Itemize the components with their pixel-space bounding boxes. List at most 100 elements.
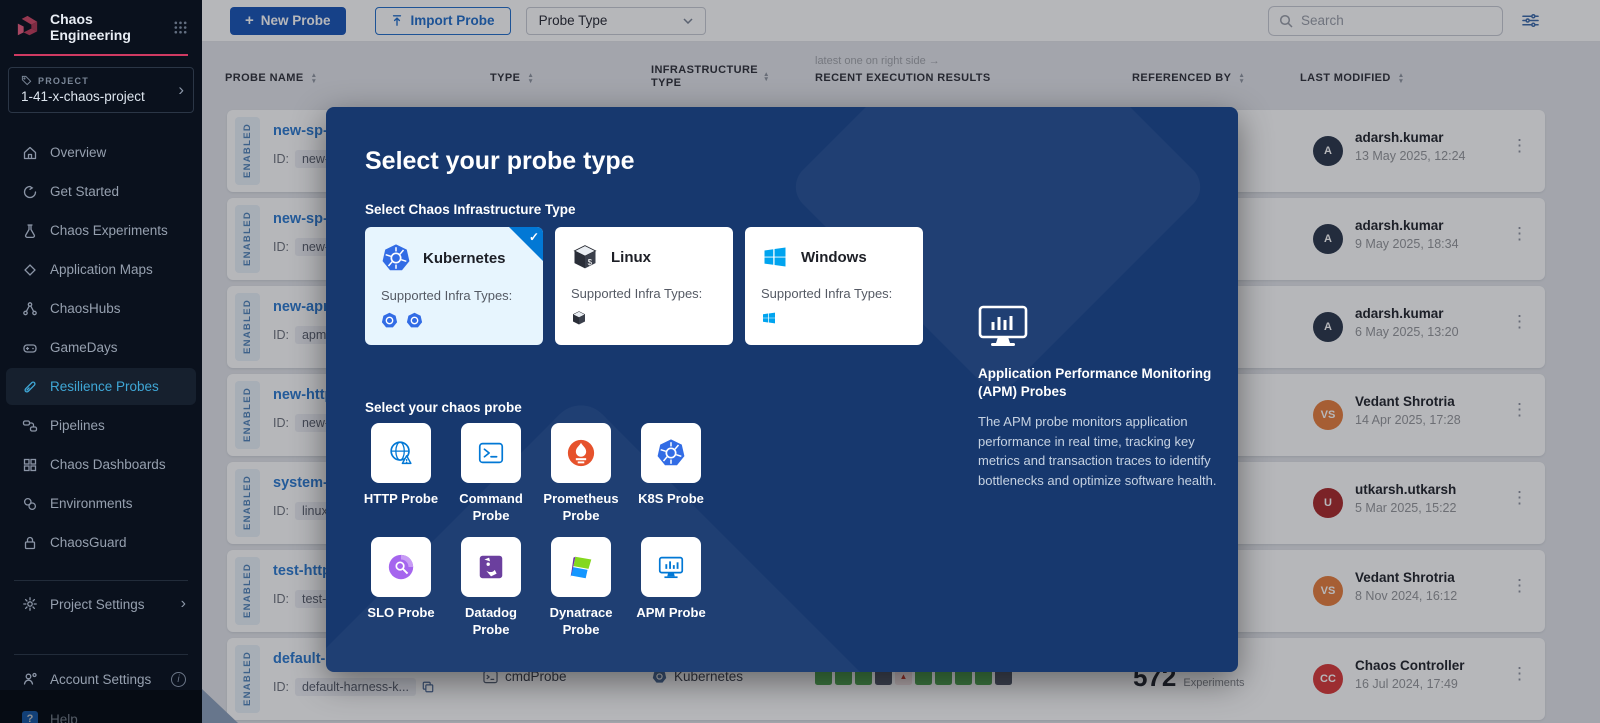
supported-infra-label: Supported Infra Types:	[381, 288, 527, 303]
pipeline-icon	[22, 418, 38, 434]
sidebar-item-project-settings[interactable]: Project Settings ›	[0, 585, 202, 623]
sidebar-item-label: Application Maps	[50, 262, 153, 277]
sidebar-item-label: GameDays	[50, 340, 118, 355]
sidebar-item-label: Resilience Probes	[50, 379, 159, 394]
home-icon	[22, 145, 38, 161]
sidebar-item-resilience-probes[interactable]: Resilience Probes	[0, 367, 202, 406]
sidebar-item-label: ChaosGuard	[50, 535, 127, 550]
chaos-engineering-app: Chaos Engineering PROJECT 1-41-x-chaos-p…	[0, 0, 1600, 723]
supported-infra-label: Supported Infra Types:	[571, 286, 717, 301]
sidebar-item-chaoshubs[interactable]: ChaosHubs	[0, 289, 202, 328]
k8s-probe-icon	[656, 438, 686, 468]
sidebar-item-label: Environments	[50, 496, 133, 511]
sidebar-item-chaos-dashboards[interactable]: Chaos Dashboards	[0, 445, 202, 484]
probe-info-description: The APM probe monitors application perfo…	[978, 412, 1226, 490]
diamond-icon	[22, 262, 38, 278]
chevron-right-icon: ›	[178, 80, 184, 100]
sidebar-item-chaosguard[interactable]: ChaosGuard	[0, 523, 202, 562]
sidebar-item-label: Pipelines	[50, 418, 105, 433]
kubernetes-icon	[381, 312, 398, 329]
probe-section-label: Select your chaos probe	[365, 400, 522, 415]
supported-infra-icons	[381, 312, 527, 329]
probe-tile-prometheus[interactable]: Prometheus Probe	[539, 423, 623, 524]
infra-cards: ✓ Kubernetes Supported Infra Types: $ Li…	[365, 227, 923, 345]
infra-section-label: Select Chaos Infrastructure Type	[365, 202, 576, 217]
modal-title: Select your probe type	[365, 147, 635, 176]
info-icon: i	[171, 672, 186, 687]
app-title: Chaos Engineering	[50, 11, 164, 43]
flask-icon	[22, 223, 38, 239]
sidebar-item-label: Chaos Dashboards	[50, 457, 166, 472]
slo-probe-icon	[386, 552, 416, 582]
sidebar-item-environments[interactable]: Environments	[0, 484, 202, 523]
sidebar: Chaos Engineering PROJECT 1-41-x-chaos-p…	[0, 0, 202, 723]
gear-icon	[22, 596, 38, 612]
sidebar-item-application-maps[interactable]: Application Maps	[0, 250, 202, 289]
infra-card-name: Linux	[611, 249, 651, 266]
http-probe-icon	[386, 438, 416, 468]
probe-tile-label: Prometheus Probe	[539, 491, 623, 524]
divider	[14, 654, 188, 655]
apm-probe-icon	[656, 552, 686, 582]
sidebar-item-label: ChaosHubs	[50, 301, 121, 316]
infra-card-name: Kubernetes	[423, 250, 506, 267]
probe-tile-label: APM Probe	[636, 605, 705, 638]
probe-tube-icon	[22, 379, 38, 395]
sidebar-nav: Overview Get Started Chaos Experiments A…	[0, 133, 202, 562]
project-tag-icon	[21, 75, 32, 86]
probe-tile-command[interactable]: Command Probe	[449, 423, 533, 524]
probe-tile-label: K8S Probe	[638, 491, 704, 524]
probe-tile-label: Command Probe	[449, 491, 533, 524]
lock-icon	[22, 535, 38, 551]
infra-card-name: Windows	[801, 249, 867, 266]
probe-tile-datadog[interactable]: Datadog Probe	[449, 537, 533, 638]
chaos-engineering-logo	[14, 14, 41, 41]
sidebar-bottom-dimmer	[0, 690, 202, 723]
probe-tile-label: SLO Probe	[367, 605, 434, 638]
project-selector[interactable]: PROJECT 1-41-x-chaos-project ›	[8, 67, 194, 113]
module-grid-icon[interactable]	[173, 20, 188, 35]
chevron-right-icon: ›	[181, 595, 186, 613]
supported-infra-icons	[571, 310, 717, 326]
sidebar-item-label: Project Settings	[50, 597, 169, 612]
probe-tile-label: Datadog Probe	[449, 605, 533, 638]
supported-infra-label: Supported Infra Types:	[761, 286, 907, 301]
module-accent-rule	[14, 54, 188, 56]
get-started-icon	[22, 184, 38, 200]
probe-tiles: HTTP Probe Command Probe Prometheus Prob…	[359, 423, 713, 638]
sidebar-item-get-started[interactable]: Get Started	[0, 172, 202, 211]
infra-card-windows[interactable]: Windows Supported Infra Types:	[745, 227, 923, 345]
infra-card-linux[interactable]: $ Linux Supported Infra Types:	[555, 227, 733, 345]
sidebar-item-label: Account Settings	[50, 672, 159, 687]
probe-tile-label: Dynatrace Probe	[539, 605, 623, 638]
network-icon	[22, 301, 38, 317]
datadog-probe-icon	[476, 552, 506, 582]
monitor-icon	[978, 305, 1226, 349]
sidebar-item-label: Chaos Experiments	[50, 223, 168, 238]
sidebar-item-overview[interactable]: Overview	[0, 133, 202, 172]
windows-icon	[761, 243, 789, 271]
user-gear-icon	[22, 671, 38, 687]
sidebar-item-gamedays[interactable]: GameDays	[0, 328, 202, 367]
dashboard-grid-icon	[22, 457, 38, 473]
probe-tile-k8s[interactable]: K8S Probe	[629, 423, 713, 524]
project-name: 1-41-x-chaos-project	[21, 89, 167, 104]
linux-icon: $	[571, 243, 599, 271]
kubernetes-icon	[381, 243, 411, 273]
supported-infra-icons	[761, 310, 907, 326]
sidebar-item-pipelines[interactable]: Pipelines	[0, 406, 202, 445]
environments-icon	[22, 496, 38, 512]
sidebar-item-label: Overview	[50, 145, 106, 160]
probe-tile-dynatrace[interactable]: Dynatrace Probe	[539, 537, 623, 638]
sidebar-item-chaos-experiments[interactable]: Chaos Experiments	[0, 211, 202, 250]
probe-info-panel: Application Performance Monitoring (APM)…	[978, 305, 1226, 490]
command-probe-icon	[476, 438, 506, 468]
select-probe-type-modal: Select your probe type Select Chaos Infr…	[326, 107, 1238, 672]
kubernetes-icon	[406, 312, 423, 329]
probe-tile-slo[interactable]: SLO Probe	[359, 537, 443, 638]
probe-tile-http[interactable]: HTTP Probe	[359, 423, 443, 524]
infra-card-kubernetes[interactable]: ✓ Kubernetes Supported Infra Types:	[365, 227, 543, 345]
linux-icon	[571, 310, 587, 326]
probe-tile-apm[interactable]: APM Probe	[629, 537, 713, 638]
check-icon: ✓	[529, 230, 539, 244]
